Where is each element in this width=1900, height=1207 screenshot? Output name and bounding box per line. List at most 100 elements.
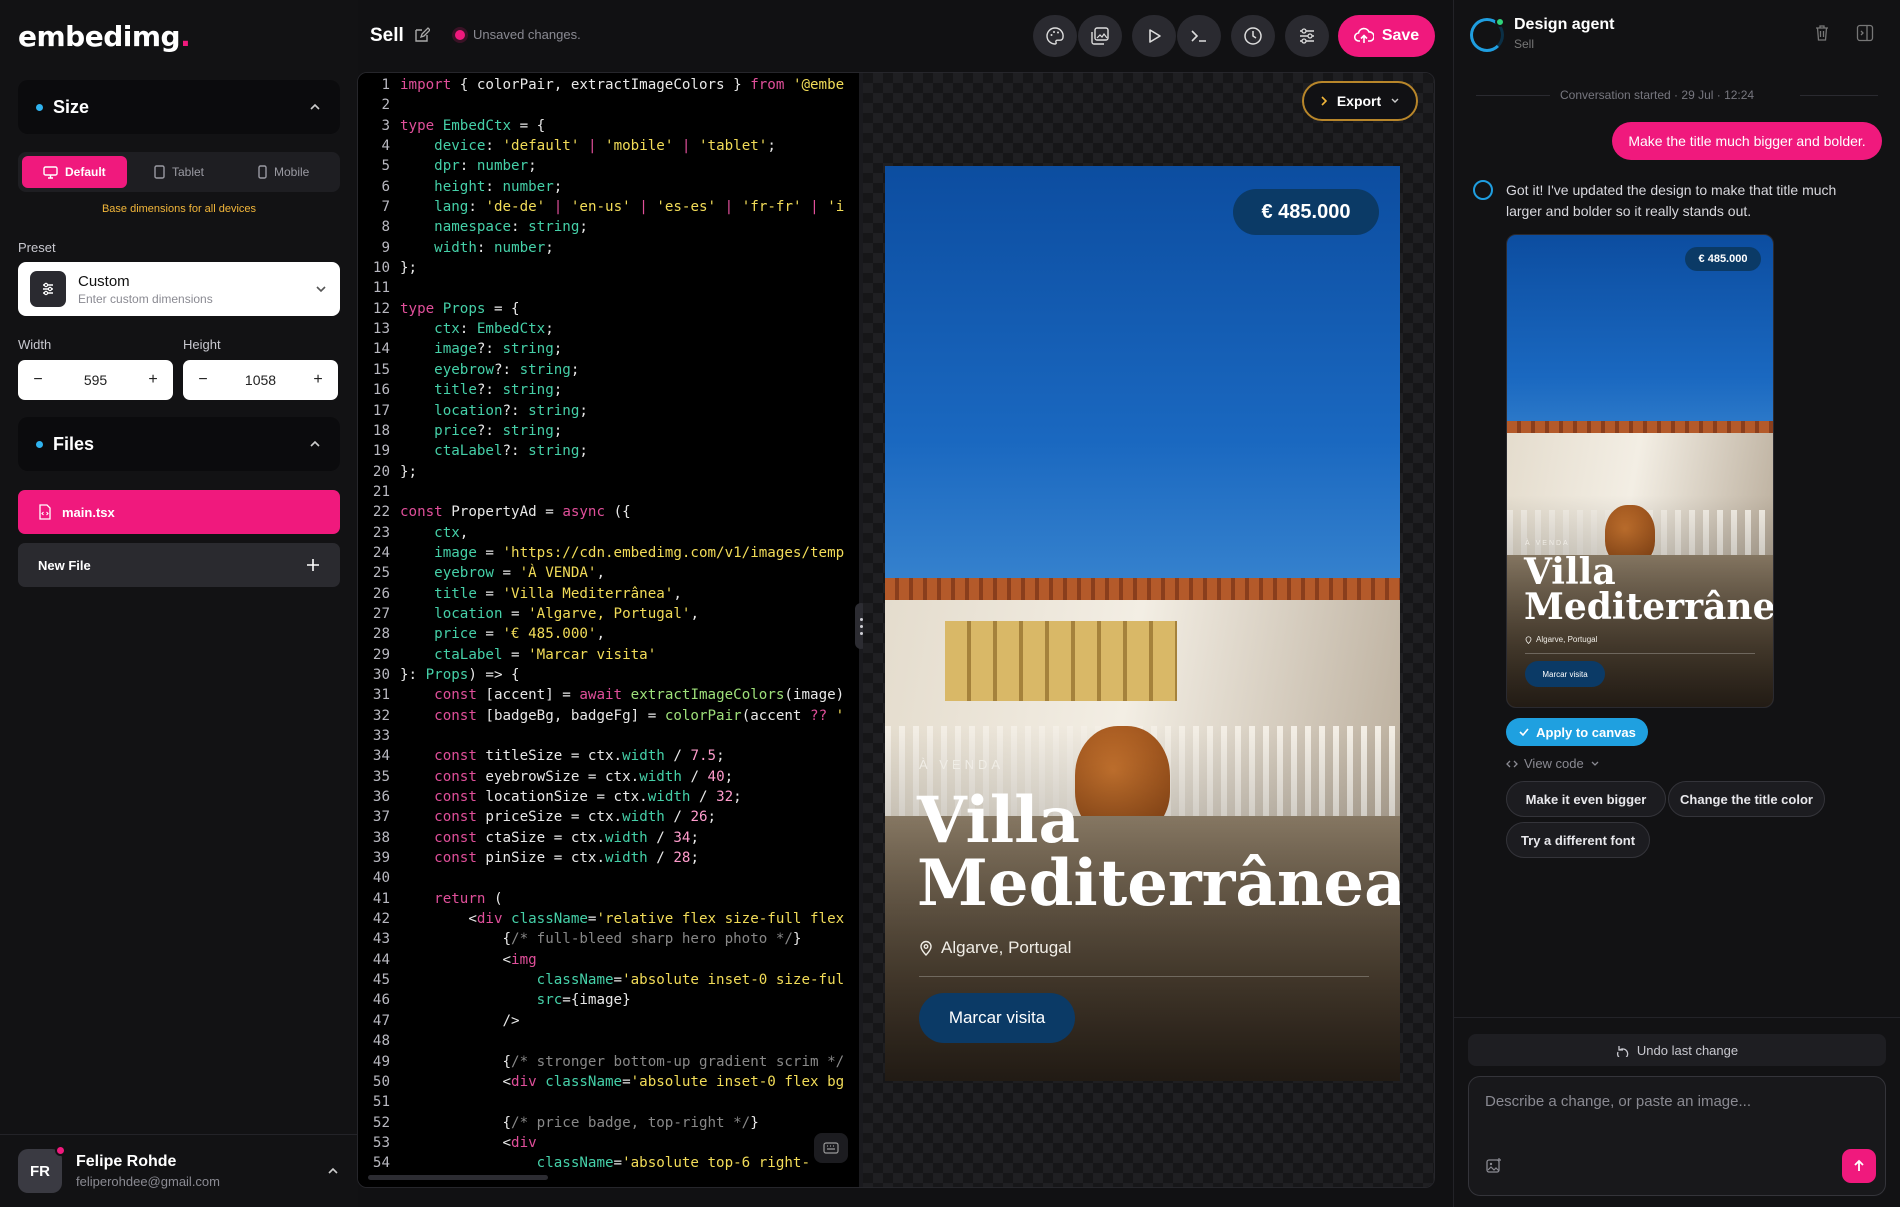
editor-horizontal-scrollbar[interactable] — [368, 1175, 548, 1180]
preset-select[interactable]: Custom Enter custom dimensions — [18, 262, 340, 316]
height-decrement-button[interactable]: − — [193, 371, 213, 389]
device-tablet-tab[interactable]: Tablet — [127, 156, 232, 188]
code-line[interactable]: 2 — [358, 95, 862, 115]
code-line[interactable]: 44 <img — [358, 950, 862, 970]
code-line[interactable]: 4 device: 'default' | 'mobile' | 'tablet… — [358, 136, 862, 156]
send-button[interactable] — [1842, 1149, 1876, 1183]
suggestion-chip[interactable]: Make it even bigger — [1506, 781, 1666, 817]
images-button[interactable] — [1078, 15, 1122, 57]
code-line[interactable]: 18 price?: string; — [358, 421, 862, 441]
code-editor[interactable]: 1 import { colorPair, extractImageColors … — [358, 73, 862, 1187]
settings-button[interactable] — [1285, 15, 1329, 57]
code-line[interactable]: 21 — [358, 482, 862, 502]
code-line[interactable]: 20}; — [358, 462, 862, 482]
chevron-up-icon[interactable] — [308, 437, 322, 451]
user-profile[interactable]: FR Felipe Rohde feliperohdee@gmail.com — [0, 1134, 358, 1207]
code-line[interactable]: 15 eyebrow?: string; — [358, 360, 862, 380]
preview-thumbnail[interactable]: € 485.000 À VENDA Villa Mediterrânea Alg… — [1506, 234, 1774, 708]
chevron-up-icon[interactable] — [308, 100, 322, 114]
palette-button[interactable] — [1033, 15, 1077, 57]
code-line[interactable]: 35 const eyebrowSize = ctx.width / 40; — [358, 767, 862, 787]
width-decrement-button[interactable]: − — [28, 371, 48, 389]
code-line[interactable]: 1 import { colorPair, extractImageColors … — [358, 75, 862, 95]
code-line[interactable]: 54 className='absolute top-6 right- — [358, 1153, 862, 1173]
suggestion-chip[interactable]: Try a different font — [1506, 822, 1650, 858]
code-line[interactable]: 10}; — [358, 258, 862, 278]
code-line[interactable]: 40 — [358, 868, 862, 888]
code-line[interactable]: 17 location?: string; — [358, 401, 862, 421]
code-line[interactable]: 45 className='absolute inset-0 size-ful — [358, 970, 862, 990]
code-line[interactable]: 27 location = 'Algarve, Portugal', — [358, 604, 862, 624]
code-line[interactable]: 41 return ( — [358, 889, 862, 909]
code-line[interactable]: 12 type Props = { — [358, 299, 862, 319]
export-button[interactable]: Export — [1302, 81, 1418, 121]
suggestion-chip[interactable]: Change the title color — [1668, 781, 1825, 817]
code-line[interactable]: 5 dpr: number; — [358, 156, 862, 176]
code-line[interactable]: 53 <div — [358, 1133, 862, 1153]
code-line[interactable]: 13 ctx: EmbedCtx; — [358, 319, 862, 339]
file-item-main[interactable]: main.tsx — [18, 490, 340, 534]
code-line[interactable]: 16 title?: string; — [358, 380, 862, 400]
undo-button[interactable]: Undo last change — [1468, 1034, 1886, 1066]
code-line[interactable]: 47 /> — [358, 1011, 862, 1031]
code-line[interactable]: 49 {/* stronger bottom-up gradient scrim… — [358, 1052, 862, 1072]
code-line[interactable]: 9 width: number; — [358, 238, 862, 258]
code-line[interactable]: 3 type EmbedCtx = { — [358, 116, 862, 136]
code-line[interactable]: 29 ctaLabel = 'Marcar visita' — [358, 645, 862, 665]
trash-icon[interactable] — [1814, 24, 1830, 42]
code-line[interactable]: 28 price = '€ 485.000', — [358, 624, 862, 644]
new-file-button[interactable]: New File — [18, 543, 340, 587]
apply-to-canvas-button[interactable]: Apply to canvas — [1506, 718, 1648, 746]
code-line[interactable]: 19 ctaLabel?: string; — [358, 441, 862, 461]
code-line[interactable]: 26 title = 'Villa Mediterrânea', — [358, 584, 862, 604]
code-line[interactable]: 25 eyebrow = 'À VENDA', — [358, 563, 862, 583]
edit-icon[interactable] — [413, 27, 430, 44]
code-line[interactable]: 8 namespace: string; — [358, 217, 862, 237]
width-value[interactable]: 595 — [84, 372, 107, 388]
code-line[interactable]: 7 lang: 'de-de' | 'en-us' | 'es-es' | 'f… — [358, 197, 862, 217]
cta-button[interactable]: Marcar visita — [919, 993, 1075, 1043]
code-line[interactable]: 34 const titleSize = ctx.width / 7.5; — [358, 746, 862, 766]
panel-toggle-icon[interactable] — [1856, 24, 1874, 42]
code-line[interactable]: 24 image = 'https://cdn.embedimg.com/v1/… — [358, 543, 862, 563]
code-line[interactable]: 43 {/* full-bleed sharp hero photo */} — [358, 929, 862, 949]
code-line[interactable]: 48 — [358, 1031, 862, 1051]
code-line[interactable]: 50 <div className='absolute inset-0 flex… — [358, 1072, 862, 1092]
play-button[interactable] — [1132, 15, 1176, 57]
code-line[interactable]: 22 const PropertyAd = async ({ — [358, 502, 862, 522]
code-line[interactable]: 52 {/* price badge, top-right */} — [358, 1113, 862, 1133]
history-button[interactable] — [1231, 15, 1275, 57]
code-line[interactable]: 6 height: number; — [358, 177, 862, 197]
code-line[interactable]: 37 const priceSize = ctx.width / 26; — [358, 807, 862, 827]
height-increment-button[interactable]: + — [308, 371, 328, 389]
code-line[interactable]: 23 ctx, — [358, 523, 862, 543]
chat-input[interactable] — [1485, 1093, 1865, 1133]
view-code-toggle[interactable]: View code — [1506, 756, 1600, 771]
document-title[interactable]: Sell — [370, 25, 404, 47]
files-panel-header[interactable]: Files — [18, 417, 340, 471]
save-button[interactable]: Save — [1338, 15, 1435, 57]
width-increment-button[interactable]: + — [143, 371, 163, 389]
chevron-up-icon[interactable] — [326, 1164, 340, 1178]
code-line[interactable]: 51 — [358, 1092, 862, 1112]
image-attach-icon[interactable] — [1485, 1157, 1503, 1175]
code-line[interactable]: 31 const [accent] = await extractImageCo… — [358, 685, 862, 705]
code-line[interactable]: 33 — [358, 726, 862, 746]
code-line[interactable]: 46 src={image} — [358, 990, 862, 1010]
height-value[interactable]: 1058 — [245, 372, 276, 388]
size-panel-header[interactable]: Size — [18, 80, 340, 134]
device-default-tab[interactable]: Default — [22, 156, 127, 188]
app-logo[interactable]: embedimg. — [18, 20, 191, 53]
code-line[interactable]: 32 const [badgeBg, badgeFg] = colorPair(… — [358, 706, 862, 726]
keyboard-button[interactable] — [814, 1133, 848, 1163]
device-mobile-tab[interactable]: Mobile — [231, 156, 336, 188]
code-line[interactable]: 11 — [358, 278, 862, 298]
terminal-button[interactable] — [1177, 15, 1221, 57]
code-line[interactable]: 36 const locationSize = ctx.width / 32; — [358, 787, 862, 807]
code-line[interactable]: 42 <div className='relative flex size-fu… — [358, 909, 862, 929]
property-ad-preview[interactable]: € 485.000 À VENDA Villa Mediterrânea Alg… — [885, 166, 1400, 1081]
code-line[interactable]: 38 const ctaSize = ctx.width / 34; — [358, 828, 862, 848]
code-line[interactable]: 30}: Props) => { — [358, 665, 862, 685]
code-line[interactable]: 39 const pinSize = ctx.width / 28; — [358, 848, 862, 868]
code-line[interactable]: 14 image?: string; — [358, 339, 862, 359]
